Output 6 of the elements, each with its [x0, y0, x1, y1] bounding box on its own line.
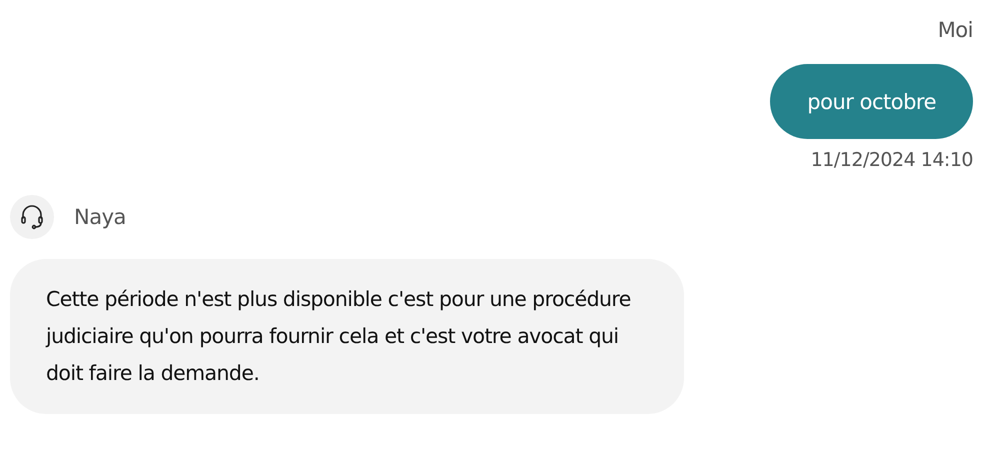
message-bubble: Cette période n'est plus disponible c'est pour une procédure judiciaire qu'on pourra fournir cela et c'est votre avocat qui doit faire la demande.: [10, 259, 684, 414]
message-time: 11/12/2024 14:10: [810, 149, 973, 171]
headset-icon: [20, 204, 44, 230]
message-bubble: pour octobre: [770, 64, 973, 139]
sender-name: Naya: [74, 205, 126, 229]
sender-name: Moi: [938, 18, 973, 42]
